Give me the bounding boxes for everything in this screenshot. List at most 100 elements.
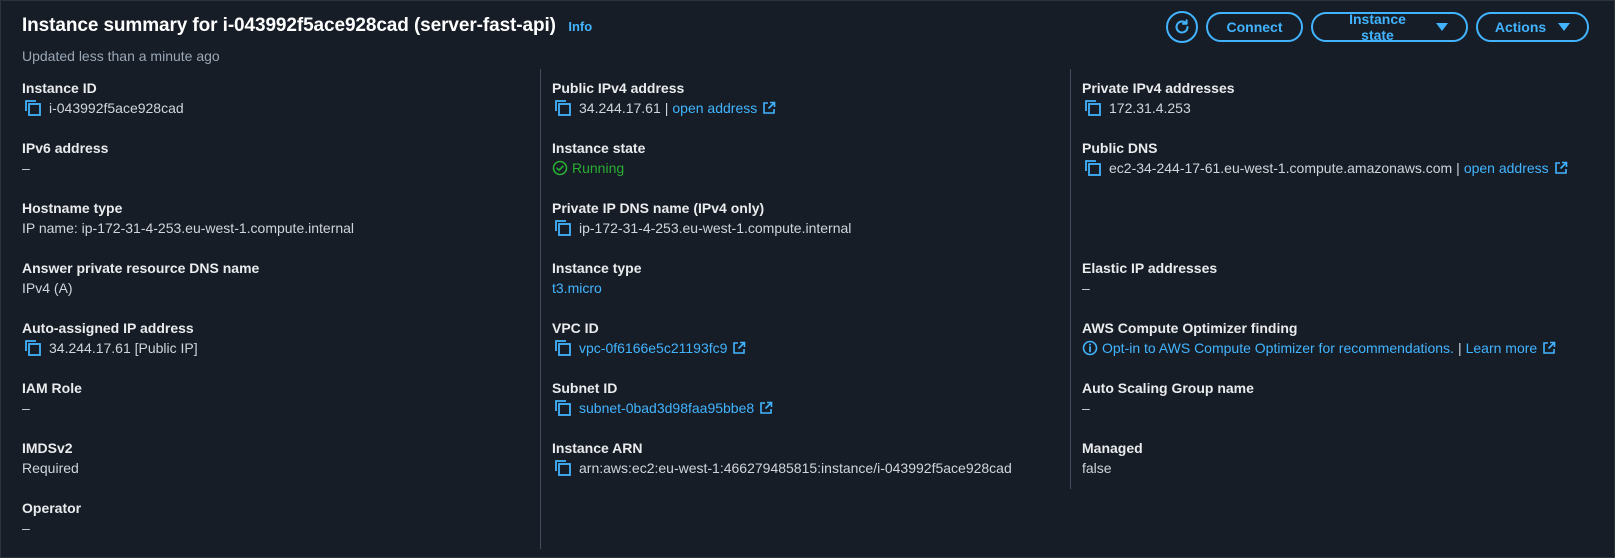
actions-label: Actions [1494,19,1547,35]
header: Instance summary for i-043992f5ace928cad… [22,15,592,37]
field-public-dns: Public DNS ec2-34-244-17-61.eu-west-1.co… [1082,139,1568,177]
column-divider [540,69,541,549]
external-link-icon[interactable] [1542,341,1556,355]
field-private-dns: Private IP DNS name (IPv4 only) ip-172-3… [552,199,851,237]
field-instance-type: Instance type t3.micro [552,259,641,297]
iam-role-value: – [22,400,30,416]
field-label: Instance ARN [552,440,643,456]
refresh-button[interactable] [1166,11,1198,43]
actions-dropdown[interactable]: Actions [1476,12,1589,42]
field-label: IAM Role [22,380,82,396]
connect-label: Connect [1226,19,1283,35]
field-instance-state: Instance state Running [552,139,645,177]
field-label: Private IP DNS name (IPv4 only) [552,200,765,216]
vpc-id-link[interactable]: vpc-0f6166e5c21193fc9 [579,339,727,357]
ipv6-value: – [22,160,30,176]
field-label: Private IPv4 addresses [1082,80,1235,96]
field-subnet-id: Subnet ID subnet-0bad3d98faa95bbe8 [552,379,773,417]
copy-icon[interactable] [1084,159,1102,177]
field-compute-optimizer: AWS Compute Optimizer finding Opt-in to … [1082,319,1556,357]
copy-icon[interactable] [554,339,572,357]
answer-dns-value: IPv4 (A) [22,280,73,296]
asg-value: – [1082,400,1090,416]
info-circle-icon [1082,340,1098,356]
caret-down-icon [1436,23,1448,31]
caret-down-icon [1558,23,1571,31]
field-instance-id: Instance ID i-043992f5ace928cad [22,79,184,117]
refresh-icon [1175,19,1189,34]
instance-state-label: Instance state [1349,11,1406,43]
learn-more-link[interactable]: Learn more [1466,339,1538,357]
field-label: Auto-assigned IP address [22,320,194,336]
field-label: Operator [22,500,82,516]
field-label: VPC ID [552,320,599,336]
auto-ip-value: 34.244.17.61 [Public IP] [49,340,198,356]
copy-icon[interactable] [24,339,42,357]
check-circle-icon [552,160,568,176]
field-label: IMDSv2 [22,440,73,456]
field-label: Public DNS [1082,140,1158,156]
copy-icon[interactable] [554,459,572,477]
copy-icon[interactable] [554,99,572,117]
open-address-link[interactable]: open address [1464,159,1549,177]
external-link-icon[interactable] [762,101,776,115]
field-elastic-ip: Elastic IP addresses – [1082,259,1217,297]
external-link-icon[interactable] [732,341,746,355]
public-dns-value: ec2-34-244-17-61.eu-west-1.compute.amazo… [1109,160,1453,176]
separator: | [664,100,669,116]
field-imdsv2: IMDSv2 Required [22,439,79,477]
field-answer-dns: Answer private resource DNS name IPv4 (A… [22,259,259,297]
field-instance-arn: Instance ARN arn:aws:ec2:eu-west-1:46627… [552,439,1012,477]
toolbar: Connect Instance state Actions [1166,11,1589,43]
field-public-ipv4: Public IPv4 address 34.244.17.61 | open … [552,79,776,117]
last-updated-text: Updated less than a minute ago [22,48,220,64]
managed-value: false [1082,460,1112,476]
field-label: Subnet ID [552,380,618,396]
field-label: Instance ID [22,80,97,96]
field-vpc-id: VPC ID vpc-0f6166e5c21193fc9 [552,319,746,357]
operator-value: – [22,520,30,536]
elastic-ip-value: – [1082,280,1090,296]
field-label: IPv6 address [22,140,109,156]
field-operator: Operator – [22,499,81,537]
field-label: Instance type [552,260,642,276]
subnet-id-link[interactable]: subnet-0bad3d98faa95bbe8 [579,399,754,417]
external-link-icon[interactable] [1554,161,1568,175]
field-label: Managed [1082,440,1143,456]
field-ipv6: IPv6 address – [22,139,108,177]
private-ipv4-value: 172.31.4.253 [1109,100,1191,116]
public-ipv4-value: 34.244.17.61 [579,100,661,116]
copy-icon[interactable] [554,219,572,237]
copy-icon[interactable] [1084,99,1102,117]
field-iam-role: IAM Role – [22,379,82,417]
copy-icon[interactable] [554,399,572,417]
field-private-ipv4: Private IPv4 addresses 172.31.4.253 [1082,79,1235,117]
field-label: Answer private resource DNS name [22,260,260,276]
field-label: Instance state [552,140,646,156]
field-label: Auto Scaling Group name [1082,380,1254,396]
field-managed: Managed false [1082,439,1143,477]
page-title: Instance summary for i-043992f5ace928cad… [22,15,556,36]
instance-state-dropdown[interactable]: Instance state [1311,11,1468,43]
instance-state-value: Running [572,160,625,176]
field-hostname-type: Hostname type IP name: ip-172-31-4-253.e… [22,199,354,237]
field-label: Elastic IP addresses [1082,260,1218,276]
copy-icon[interactable] [24,99,42,117]
optimizer-opt-in-link[interactable]: Opt-in to AWS Compute Optimizer for reco… [1102,339,1454,357]
external-link-icon[interactable] [759,401,773,415]
imdsv2-value: Required [22,460,79,476]
field-auto-scaling-group: Auto Scaling Group name – [1082,379,1254,417]
instance-type-link[interactable]: t3.micro [552,279,641,297]
instance-id-value: i-043992f5ace928cad [49,100,184,116]
field-auto-assigned-ip: Auto-assigned IP address 34.244.17.61 [P… [22,319,198,357]
hostname-type-value: IP name: ip-172-31-4-253.eu-west-1.compu… [22,220,355,236]
open-address-link[interactable]: open address [672,99,757,117]
field-label: Public IPv4 address [552,80,685,96]
field-label: AWS Compute Optimizer finding [1082,320,1298,336]
instance-summary-panel: Instance summary for i-043992f5ace928cad… [0,0,1615,558]
separator: | [1456,160,1460,176]
connect-button[interactable]: Connect [1206,12,1303,42]
separator: | [1457,340,1462,356]
column-divider [1070,69,1071,489]
info-link[interactable]: Info [568,19,592,34]
